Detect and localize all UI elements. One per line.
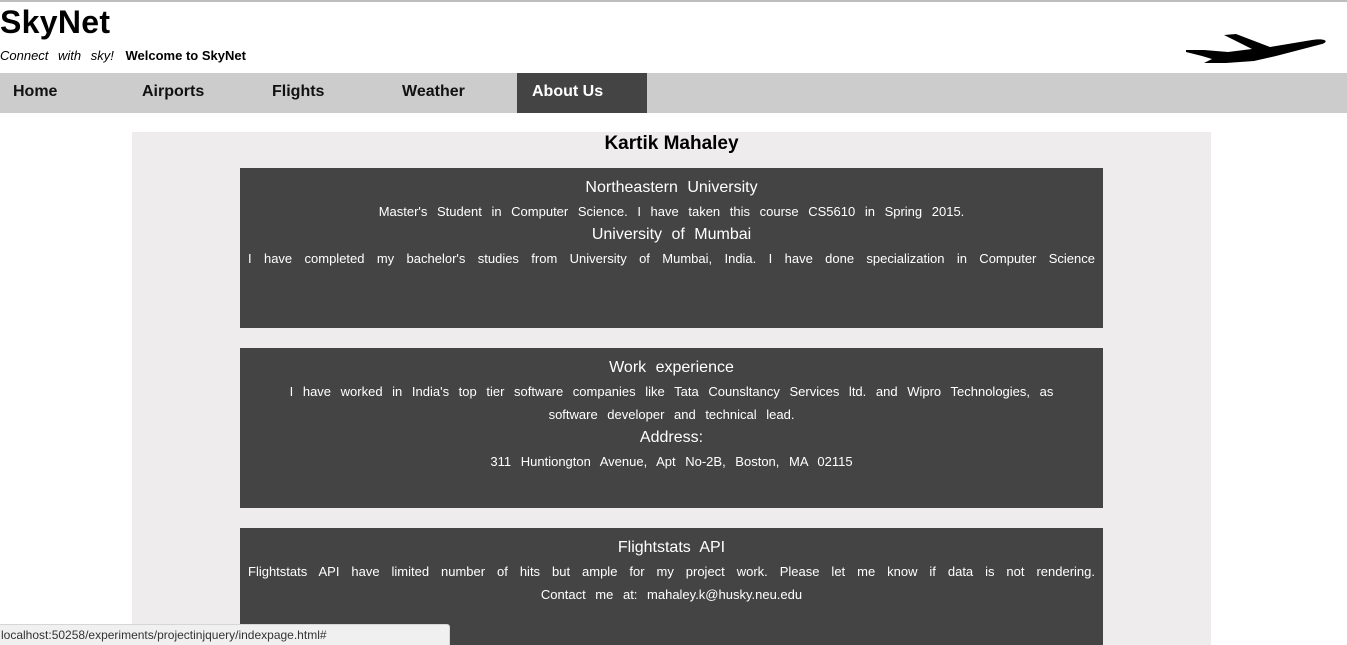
tagline-row: Connect with sky! Welcome to SkyNet	[0, 48, 246, 63]
airplane-icon	[1186, 34, 1326, 63]
site-header: SkyNet Connect with sky! Welcome to SkyN…	[0, 2, 1347, 73]
contact-text: Contact me at: mahaley.k@husky.neu.edu	[540, 587, 803, 602]
api-text: Flightstats API have limited number of h…	[248, 564, 1095, 579]
brand-title: SkyNet	[0, 4, 111, 40]
nav-flights[interactable]: Flights	[260, 73, 390, 113]
school1-heading: Northeastern University	[585, 179, 758, 196]
nav-airports[interactable]: Airports	[130, 73, 260, 113]
education-card: Northeastern University Master's Student…	[240, 168, 1103, 328]
about-panel: Kartik Mahaley Northeastern University M…	[132, 132, 1211, 645]
main-nav: Home Airports Flights Weather About Us	[0, 73, 1347, 113]
nav-home[interactable]: Home	[0, 73, 130, 113]
school2-heading: University of Mumbai	[591, 226, 752, 243]
welcome-text: Welcome to SkyNet	[125, 48, 246, 63]
work-heading: Work experience	[609, 359, 734, 376]
person-name: Kartik Mahaley	[604, 133, 739, 154]
tagline: Connect with sky!	[0, 48, 114, 63]
nav-about-us[interactable]: About Us	[517, 73, 647, 113]
work-text: I have worked in India's top tier softwa…	[289, 384, 1054, 422]
work-card: Work experience I have worked in India's…	[240, 348, 1103, 508]
school1-text: Master's Student in Computer Science. I …	[378, 204, 965, 219]
nav-weather[interactable]: Weather	[390, 73, 520, 113]
address-text: 311 Huntiongton Avenue, Apt No-2B, Bosto…	[490, 454, 853, 469]
address-heading: Address:	[639, 429, 704, 446]
api-heading: Flightstats API	[617, 539, 726, 556]
school2-text: I have completed my bachelor's studies f…	[248, 251, 1095, 266]
browser-status-url: localhost:50258/experiments/projectinjqu…	[0, 624, 450, 645]
